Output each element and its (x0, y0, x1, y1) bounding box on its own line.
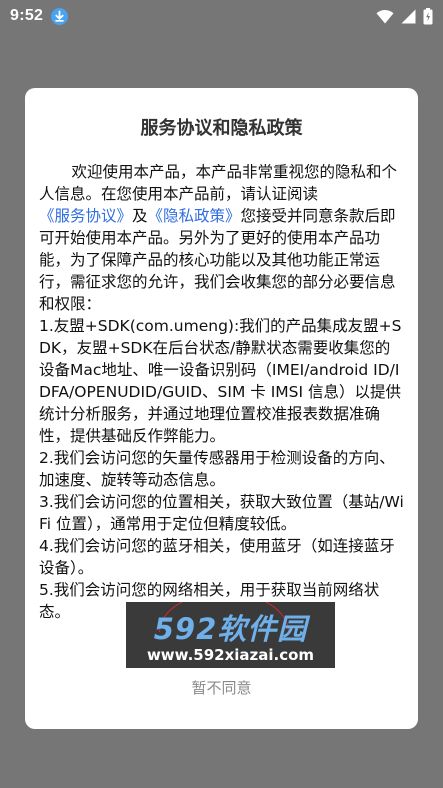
privacy-policy-link[interactable]: 《隐私政策》 (148, 207, 241, 225)
watermark-brand: 592软件园 (153, 612, 308, 646)
battery-icon (423, 7, 433, 25)
dialog-body[interactable]: 欢迎使用本产品，本产品非常重视您的隐私和个人信息。在您使用本产品前，请认证阅读《… (39, 161, 405, 623)
disagree-button[interactable]: 暂不同意 (25, 677, 418, 698)
watermark-url: www.592xiazai.com (146, 646, 315, 664)
wifi-icon (376, 9, 394, 24)
download-icon (51, 7, 69, 25)
status-bar: 9:52 (0, 0, 443, 32)
privacy-dialog: 服务协议和隐私政策 欢迎使用本产品，本产品非常重视您的隐私和个人信息。在您使用本… (25, 88, 418, 729)
intro-text-and: 及 (132, 207, 148, 225)
dialog-title: 服务协议和隐私政策 (140, 118, 303, 139)
screen: 9:52 服务协议和隐私政策 欢迎使用本产品，本产品非常重视您的隐私和个人信息。… (0, 0, 443, 788)
intro-paragraph: 欢迎使用本产品，本产品非常重视您的隐私和个人信息。在您使用本产品前，请认证阅读《… (39, 161, 405, 315)
status-time: 9:52 (10, 7, 44, 24)
intro-text-pre: 欢迎使用本产品，本产品非常重视您的隐私和个人信息。在您使用本产品前，请认证阅读 (39, 163, 398, 203)
watermark-logo: 592软件园 www.592xiazai.com (126, 602, 335, 668)
permission-item-sensor: 2.我们会访问您的矢量传感器用于检测设备的方向、加速度、旋转等动态信息。 (39, 449, 395, 489)
status-icons (376, 7, 433, 25)
permission-item-umeng: 1.友盟+SDK(com.umeng):我们的产品集成友盟+SDK，友盟+SDK… (39, 317, 402, 445)
service-agreement-link[interactable]: 《服务协议》 (39, 207, 132, 225)
permission-item-bluetooth: 4.我们会访问您的蓝牙相关，使用蓝牙（如连接蓝牙设备）。 (39, 537, 395, 577)
permission-item-location: 3.我们会访问您的位置相关，获取大致位置（基站/WiFi 位置），通常用于定位但… (39, 493, 404, 533)
signal-icon (401, 9, 416, 24)
